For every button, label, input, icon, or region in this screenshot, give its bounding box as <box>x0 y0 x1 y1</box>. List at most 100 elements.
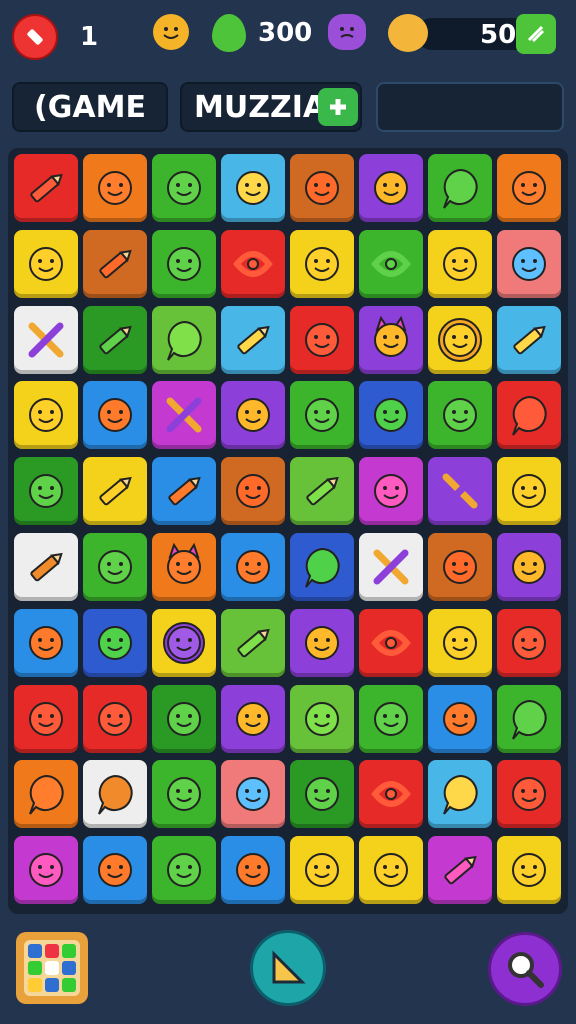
board-tile-pencil[interactable] <box>221 305 285 374</box>
board-tile-smiley[interactable] <box>428 608 492 677</box>
board-tile-swirl[interactable] <box>359 608 423 677</box>
board-tile-smiley[interactable] <box>14 381 78 450</box>
board-tile-smiley[interactable] <box>290 381 354 450</box>
board-tile-pencil[interactable] <box>83 229 147 298</box>
board-tile-smiley[interactable] <box>14 684 78 753</box>
board-tile-smiley[interactable] <box>428 684 492 753</box>
lives-counter[interactable]: 1 <box>12 14 98 60</box>
board-tile-smiley[interactable] <box>14 608 78 677</box>
board-tile-smiley[interactable] <box>428 533 492 601</box>
board-tile-smiley[interactable] <box>290 836 354 905</box>
board-tile-smiley[interactable] <box>359 457 423 526</box>
board-tile-swirl[interactable] <box>359 229 423 298</box>
board-tile-smiley[interactable] <box>221 381 285 450</box>
board-tile-smiley[interactable] <box>290 154 354 222</box>
board-tile-pencil[interactable] <box>497 305 561 374</box>
board-tile-smiley[interactable] <box>83 608 147 677</box>
board-tile-pencil[interactable] <box>152 457 216 526</box>
board-tile-bubble[interactable] <box>428 154 492 222</box>
board-tile-smiley[interactable] <box>428 381 492 450</box>
board-tile-smiley[interactable] <box>83 381 147 450</box>
board-tile-smiley[interactable] <box>221 836 285 905</box>
board-tile-smiley[interactable] <box>152 684 216 753</box>
bubble-icon <box>98 775 133 816</box>
smiley-icon <box>98 853 132 888</box>
board-tile-smiley[interactable] <box>83 684 147 753</box>
board-tile-pencil[interactable] <box>83 457 147 526</box>
board-tile-bubble[interactable] <box>497 381 561 450</box>
board-tile-smiley[interactable] <box>221 684 285 753</box>
board-tile-smiley[interactable] <box>14 457 78 526</box>
level-grid-icon[interactable] <box>16 932 88 1004</box>
board-tile-smiley[interactable] <box>290 608 354 677</box>
board-tile-smiley[interactable] <box>152 229 216 298</box>
board-tile-blob[interactable] <box>152 608 216 677</box>
smiley-icon <box>374 474 408 509</box>
board-tile-smiley[interactable] <box>83 154 147 222</box>
smiley-icon <box>512 171 546 205</box>
board-tile-smiley[interactable] <box>290 760 354 829</box>
board-tile-pencil[interactable] <box>14 154 78 222</box>
play-triangle-icon[interactable] <box>250 930 326 1006</box>
board-tile-pencil[interactable] <box>428 836 492 905</box>
board-tile-smiley[interactable] <box>290 305 354 374</box>
board-tile-pencil[interactable] <box>290 457 354 526</box>
board-tile-pencil[interactable] <box>221 608 285 677</box>
board-tile-bubble[interactable] <box>83 760 147 829</box>
board-tile-smiley[interactable] <box>14 229 78 298</box>
board-tile-smiley[interactable] <box>152 836 216 905</box>
pencil-icon <box>30 173 63 203</box>
board-tile-smiley[interactable] <box>152 760 216 829</box>
board-tile-smiley[interactable] <box>221 457 285 526</box>
add-coins-button[interactable] <box>516 14 556 54</box>
board-tile-smiley[interactable] <box>290 684 354 753</box>
board-tile-smiley[interactable] <box>290 229 354 298</box>
board-tile-cat[interactable] <box>152 533 216 601</box>
plus-icon[interactable] <box>318 88 358 126</box>
board-tile-smiley[interactable] <box>14 836 78 905</box>
smiley-icon <box>236 777 270 812</box>
board-tile-smiley[interactable] <box>497 836 561 905</box>
muzzia-panel[interactable]: MUZZIA <box>180 82 362 132</box>
pencil-icon <box>444 856 477 885</box>
smiley-icon <box>305 246 339 281</box>
board-tile-swirl[interactable] <box>359 760 423 829</box>
board-tile-smiley[interactable] <box>221 533 285 601</box>
board-tile-pencil[interactable] <box>83 305 147 374</box>
board-tile-smiley[interactable] <box>497 608 561 677</box>
board-tile-lion[interactable] <box>428 305 492 374</box>
board-tile-smiley[interactable] <box>359 381 423 450</box>
board-tile-bubble[interactable] <box>290 533 354 601</box>
board-tile-smiley[interactable] <box>497 457 561 526</box>
board-tile-smiley[interactable] <box>497 760 561 829</box>
game-panel[interactable]: (GAME <box>12 82 168 132</box>
board-tile-smiley[interactable] <box>359 154 423 222</box>
board-tile-cross[interactable] <box>428 457 492 526</box>
board-tile-smiley[interactable] <box>497 229 561 298</box>
board-tile-smiley[interactable] <box>359 684 423 753</box>
board-tile-smiley[interactable] <box>83 836 147 905</box>
board-tile-bubble[interactable] <box>14 760 78 829</box>
board-tile-smiley[interactable] <box>221 154 285 222</box>
board-tile-swirl[interactable] <box>221 229 285 298</box>
board-tile-smiley[interactable] <box>428 229 492 298</box>
board-tile-smiley[interactable] <box>152 154 216 222</box>
board-tile-cross[interactable] <box>14 305 78 374</box>
board-tile-bubble[interactable] <box>497 684 561 753</box>
magnifier-icon[interactable] <box>488 932 562 1006</box>
board-tile-cross[interactable] <box>359 533 423 601</box>
board-tile-smiley[interactable] <box>221 760 285 829</box>
board-tile-smiley[interactable] <box>497 154 561 222</box>
board-tile-cat[interactable] <box>359 305 423 374</box>
board-tile-bubble[interactable] <box>428 760 492 829</box>
board-tile-smiley[interactable] <box>83 533 147 601</box>
board-tile-smiley[interactable] <box>497 533 561 601</box>
board-tile-pencil[interactable] <box>14 533 78 601</box>
board-tile-smiley[interactable] <box>359 836 423 905</box>
smiley-icon <box>98 398 132 433</box>
smiley-icon <box>374 398 408 433</box>
smiley-icon <box>305 625 339 660</box>
smiley-icon <box>98 625 132 660</box>
board-tile-bubble[interactable] <box>152 305 216 374</box>
board-tile-cross[interactable] <box>152 381 216 450</box>
